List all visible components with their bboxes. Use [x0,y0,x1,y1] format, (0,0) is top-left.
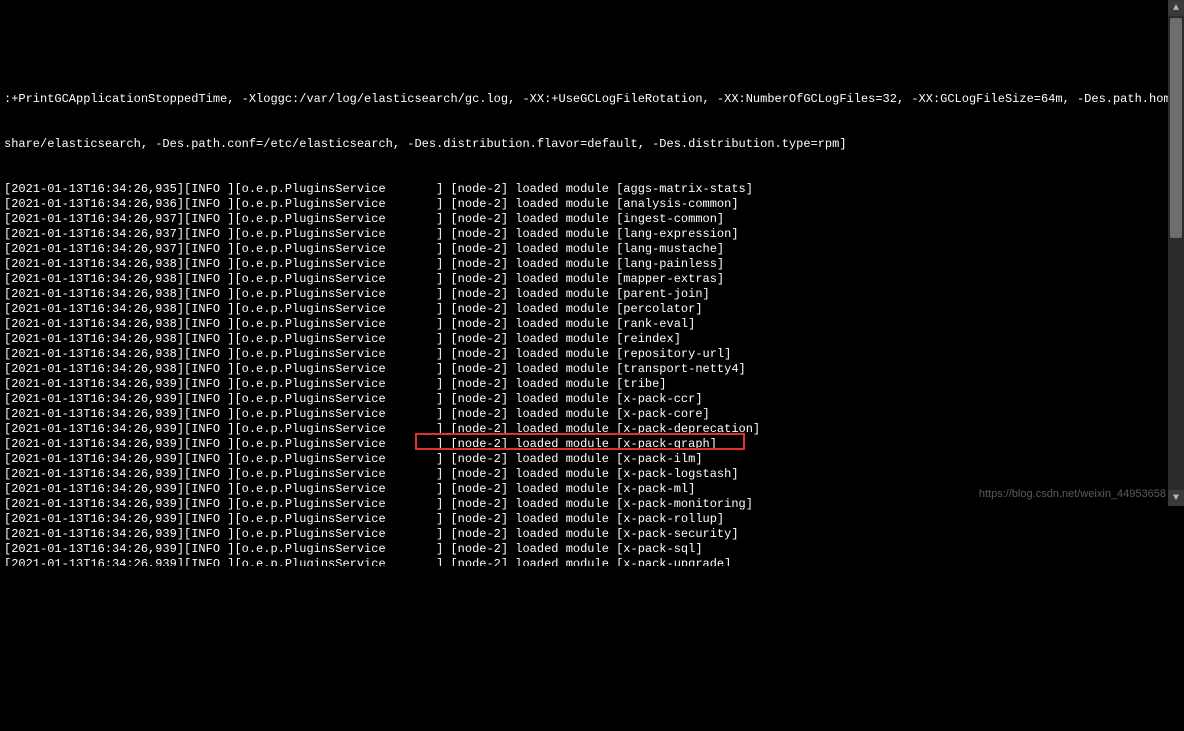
log-line: [2021-01-13T16:34:26,937][INFO ][o.e.p.P… [4,227,1164,242]
scrollbar-arrow-down-icon[interactable]: ▼ [1168,490,1184,506]
log-line: [2021-01-13T16:34:26,937][INFO ][o.e.p.P… [4,212,1164,227]
log-line: [2021-01-13T16:34:26,938][INFO ][o.e.p.P… [4,287,1164,302]
log-line: [2021-01-13T16:34:26,939][INFO ][o.e.p.P… [4,377,1164,392]
log-line: [2021-01-13T16:34:26,938][INFO ][o.e.p.P… [4,347,1164,362]
log-line: [2021-01-13T16:34:26,938][INFO ][o.e.p.P… [4,332,1164,347]
log-line: [2021-01-13T16:34:26,938][INFO ][o.e.p.P… [4,317,1164,332]
log-line: [2021-01-13T16:34:26,935][INFO ][o.e.p.P… [4,182,1164,197]
log-line: [2021-01-13T16:34:26,939][INFO ][o.e.p.P… [4,542,1164,557]
log-line: [2021-01-13T16:34:26,938][INFO ][o.e.p.P… [4,302,1164,317]
log-line: [2021-01-13T16:34:26,939][INFO ][o.e.p.P… [4,527,1164,542]
log-line: [2021-01-13T16:34:26,939][INFO ][o.e.p.P… [4,452,1164,467]
log-line: [2021-01-13T16:34:26,939][INFO ][o.e.p.P… [4,392,1164,407]
scrollbar-arrow-up-icon[interactable]: ▲ [1168,0,1184,16]
watermark-text: https://blog.csdn.net/weixin_44953658 [979,487,1166,502]
log-line: [2021-01-13T16:34:26,939][INFO ][o.e.p.P… [4,437,1164,452]
log-line: [2021-01-13T16:34:26,939][INFO ][o.e.p.P… [4,422,1164,437]
log-line: [2021-01-13T16:34:26,938][INFO ][o.e.p.P… [4,272,1164,287]
scrollbar-track[interactable]: ▲ ▼ [1168,0,1184,506]
jvm-args-line-2: share/elasticsearch, -Des.path.conf=/etc… [4,137,1164,152]
log-line: [2021-01-13T16:34:26,939][INFO ][o.e.p.P… [4,512,1164,527]
log-line: [2021-01-13T16:34:26,938][INFO ][o.e.p.P… [4,257,1164,272]
log-line: [2021-01-13T16:34:26,937][INFO ][o.e.p.P… [4,242,1164,257]
log-line: [2021-01-13T16:34:26,939][INFO ][o.e.p.P… [4,557,1164,566]
log-line: [2021-01-13T16:34:26,939][INFO ][o.e.p.P… [4,467,1164,482]
jvm-args-line-1: :+PrintGCApplicationStoppedTime, -Xloggc… [4,92,1164,107]
scrollbar-thumb[interactable] [1170,18,1182,238]
log-line: [2021-01-13T16:34:26,938][INFO ][o.e.p.P… [4,362,1164,377]
log-line: [2021-01-13T16:34:26,939][INFO ][o.e.p.P… [4,407,1164,422]
log-line: [2021-01-13T16:34:26,936][INFO ][o.e.p.P… [4,197,1164,212]
